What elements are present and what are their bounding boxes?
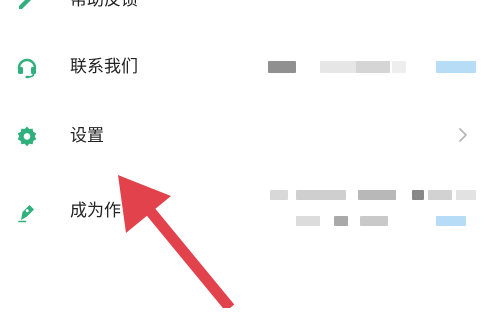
settings-menu-list: 帮助反馈 联系我们 设置 成为作 [0, 0, 499, 308]
menu-item-settings[interactable]: 设置 [0, 107, 499, 167]
headset-icon [15, 55, 39, 79]
gear-icon [15, 124, 39, 148]
menu-item-label: 成为作 [70, 201, 121, 221]
menu-item-feedback[interactable]: 帮助反馈 [0, 0, 499, 28]
chevron-right-icon [457, 126, 469, 144]
edit-icon [15, 0, 39, 12]
menu-item-contact-us[interactable]: 联系我们 [0, 38, 499, 98]
pen-nib-icon [15, 200, 39, 224]
menu-item-label: 设置 [70, 126, 104, 146]
menu-item-label: 联系我们 [70, 57, 138, 77]
menu-item-label: 帮助反馈 [70, 0, 138, 10]
menu-item-become-author[interactable]: 成为作 [0, 182, 499, 242]
